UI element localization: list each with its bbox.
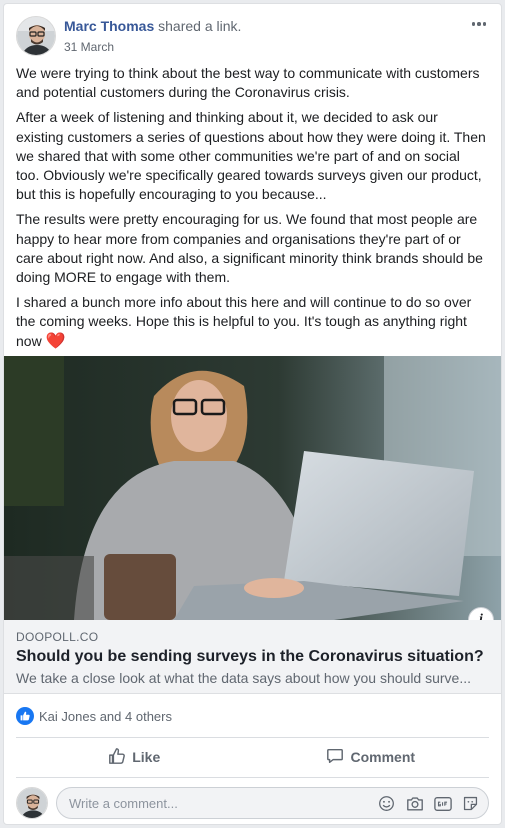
- commenter-avatar[interactable]: [16, 787, 48, 819]
- comment-icon: [326, 747, 344, 768]
- gif-icon[interactable]: [433, 794, 452, 813]
- author-name[interactable]: Marc Thomas: [64, 18, 154, 34]
- post-body: We were trying to think about the best w…: [16, 64, 487, 357]
- post-paragraph: After a week of listening and thinking a…: [16, 109, 486, 203]
- emoji-icon[interactable]: [377, 794, 396, 813]
- link-title[interactable]: Should you be sending surveys in the Cor…: [16, 647, 484, 667]
- comment-composer: Write a comment...: [16, 785, 489, 821]
- link-description: We take a close look at what the data sa…: [16, 670, 472, 686]
- post-paragraph: The results were pretty encouraging for …: [16, 211, 483, 286]
- comment-input[interactable]: Write a comment...: [56, 787, 489, 819]
- comment-tools: [377, 794, 480, 813]
- comment-placeholder: Write a comment...: [69, 796, 178, 811]
- reactions-text[interactable]: Kai Jones and 4 others: [39, 709, 172, 724]
- author-line: Marc Thomas shared a link.: [64, 17, 241, 35]
- reactions-summary[interactable]: Kai Jones and 4 others: [16, 706, 172, 726]
- comment-label: Comment: [350, 749, 416, 765]
- post-date[interactable]: 31 March: [64, 39, 114, 55]
- divider: [16, 777, 489, 778]
- like-reaction-icon: [16, 707, 34, 725]
- post-card: Marc Thomas shared a link. 31 March We w…: [3, 3, 502, 825]
- sticker-icon[interactable]: [461, 794, 480, 813]
- more-icon[interactable]: [467, 14, 491, 34]
- post-actions: Like Comment: [16, 738, 489, 776]
- author-avatar[interactable]: [16, 16, 56, 56]
- heart-emoji: ❤️: [45, 332, 66, 350]
- post-paragraph: I shared a bunch more info about this he…: [16, 293, 487, 351]
- camera-icon[interactable]: [405, 794, 424, 813]
- link-preview-meta[interactable]: DOOPOLL.CO Should you be sending surveys…: [4, 620, 501, 694]
- comment-button[interactable]: Comment: [253, 738, 490, 776]
- post-header: Marc Thomas shared a link. 31 March: [16, 16, 489, 60]
- share-action-text: shared a link.: [154, 18, 242, 34]
- post-paragraph: We were trying to think about the best w…: [16, 65, 480, 101]
- like-button[interactable]: Like: [16, 738, 253, 776]
- like-label: Like: [132, 749, 161, 765]
- post-paragraph-text: I shared a bunch more info about this he…: [16, 294, 472, 349]
- thumbs-up-icon: [108, 747, 126, 768]
- link-domain: DOOPOLL.CO: [16, 630, 99, 644]
- link-preview-image[interactable]: i: [4, 356, 501, 620]
